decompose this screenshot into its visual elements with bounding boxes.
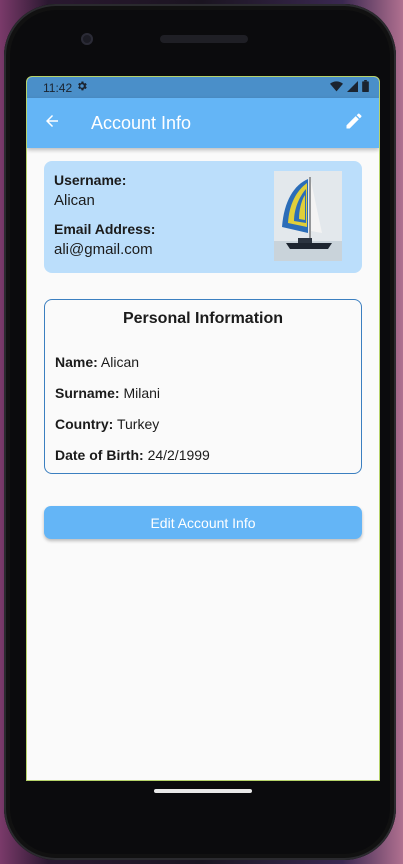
wifi-icon <box>330 80 343 95</box>
battery-icon <box>362 80 369 95</box>
info-value: Turkey <box>116 416 160 432</box>
home-indicator[interactable] <box>154 789 252 793</box>
info-value: Milani <box>123 385 161 401</box>
edit-account-info-button[interactable]: Edit Account Info <box>44 506 362 539</box>
info-value: 24/2/1999 <box>147 447 210 463</box>
status-time: 11:42 <box>43 80 73 95</box>
arrow-back-icon <box>43 112 61 135</box>
profile-photo <box>274 171 342 261</box>
earpiece-speaker <box>160 35 248 43</box>
status-right <box>330 80 369 95</box>
info-label: Surname: <box>55 385 120 401</box>
pencil-icon <box>344 111 364 136</box>
edit-button[interactable] <box>329 98 379 148</box>
info-label: Date of Birth: <box>55 447 144 463</box>
info-row-name: Name: Alican <box>55 354 351 370</box>
personal-information-card: Personal Information Name: Alican Surnam… <box>44 299 362 474</box>
account-card: Username: Alican Email Address: ali@gmai… <box>44 161 362 273</box>
page-title: Account Info <box>91 112 192 133</box>
info-value: Alican <box>100 354 140 370</box>
info-row-country: Country: Turkey <box>55 416 351 432</box>
info-row-date-of-birth: Date of Birth: 24/2/1999 <box>55 447 351 463</box>
info-row-surname: Surname: Milani <box>55 385 351 401</box>
front-camera <box>81 33 93 45</box>
app-bar: Account Info <box>27 98 379 148</box>
phone-frame: 11:42 Account Info Username: Alican Emai… <box>4 4 396 860</box>
personal-information-title: Personal Information <box>122 310 284 327</box>
gear-icon <box>76 80 88 95</box>
info-label: Country: <box>55 416 114 432</box>
status-left: 11:42 <box>43 80 88 95</box>
cell-signal-icon <box>347 80 358 95</box>
back-button[interactable] <box>27 98 77 148</box>
status-bar: 11:42 <box>27 77 379 98</box>
info-label: Name: <box>55 354 98 370</box>
app-screen: 11:42 Account Info Username: Alican Emai… <box>26 76 380 781</box>
personal-info-list: Name: Alican Surname: Milani Country: Tu… <box>55 354 351 463</box>
